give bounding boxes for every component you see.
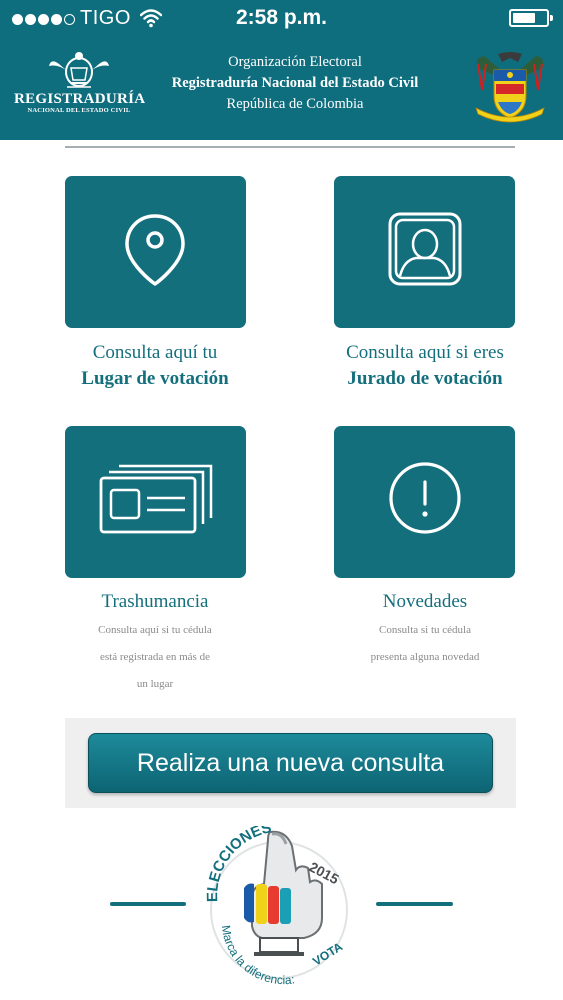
jurado-votacion-line1: Consulta aquí si eres: [346, 342, 504, 363]
novedades-caption[interactable]: Novedades: [305, 589, 545, 615]
trashumancia-title: Trashumancia: [101, 591, 209, 612]
jurado-votacion-tile[interactable]: [334, 176, 515, 328]
lugar-votacion-line2: Lugar de votación: [81, 368, 229, 389]
footer-line-right: [376, 902, 453, 906]
org-line-2: Registraduría Nacional del Estado Civil: [171, 75, 419, 91]
condor-emblem-icon: [49, 52, 109, 88]
trashumancia-desc-line1: Consulta aquí si tu cédula: [98, 624, 212, 636]
header-divider: [65, 146, 515, 148]
elecciones-2015-logo: ELECCIONES 2015 Marca la diferencia: VOT…: [204, 826, 348, 986]
novedades-title: Novedades: [382, 591, 468, 612]
location-pin-icon: [125, 214, 185, 286]
jurado-votacion-line2: Jurado de votación: [347, 368, 503, 389]
lugar-votacion-caption[interactable]: Consulta aquí tu Lugar de votación: [35, 340, 275, 392]
id-cards-icon: [99, 464, 213, 534]
trashumancia-desc-line2: está registrada en más de: [100, 651, 210, 663]
org-title: Organización Electoral Registraduría Nac…: [150, 52, 440, 115]
registraduria-logo: REGISTRADURÍA NACIONAL DEL ESTADO CIVIL: [14, 50, 146, 126]
trashumancia-description: Consulta aquí si tu cédula está registra…: [55, 617, 255, 698]
trashumancia-caption[interactable]: Trashumancia: [35, 589, 275, 615]
novedades-desc-line1: Consulta si tu cédula: [379, 624, 471, 636]
battery-icon: [509, 9, 553, 27]
jurado-votacion-caption[interactable]: Consulta aquí si eres Jurado de votación: [305, 340, 545, 392]
logo-wordmark: REGISTRADURÍA: [14, 91, 146, 107]
exclamation-circle-icon: [389, 462, 461, 534]
logo-subtitle: NACIONAL DEL ESTADO CIVIL: [27, 107, 131, 114]
novedades-desc-line2: presenta alguna novedad: [370, 651, 480, 663]
app-header: TIGO 2:58 p.m. REGISTRADURÍA NACIONAL DE…: [0, 0, 563, 140]
status-bar: TIGO 2:58 p.m.: [0, 0, 563, 36]
coat-of-arms-icon: [475, 52, 545, 123]
footer-line-left: [110, 902, 186, 906]
trashumancia-tile[interactable]: [65, 426, 246, 578]
clock: 2:58 p.m.: [235, 6, 328, 29]
lugar-votacion-tile[interactable]: [65, 176, 246, 328]
novedades-description: Consulta si tu cédula presenta alguna no…: [325, 617, 525, 671]
new-query-button[interactable]: Realiza una nueva consulta: [88, 733, 493, 793]
trashumancia-desc-line3: un lugar: [136, 678, 174, 690]
lugar-votacion-line1: Consulta aquí tu: [92, 342, 218, 363]
org-line-1: Organización Electoral: [228, 54, 362, 70]
person-portrait-icon: [388, 212, 462, 286]
org-line-3: República de Colombia: [226, 96, 364, 112]
novedades-tile[interactable]: [334, 426, 515, 578]
